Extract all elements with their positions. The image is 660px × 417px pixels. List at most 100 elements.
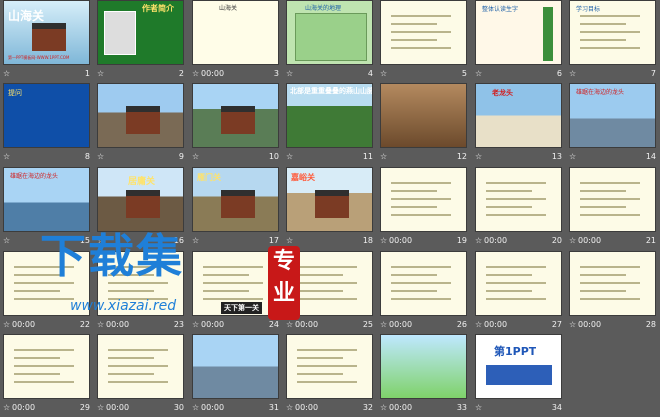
slide-subtitle: 第一PPT模板网-WWW.1PPT.COM	[8, 55, 70, 60]
slide-thumbnail-17[interactable]: 雁门关 ☆ 17	[189, 167, 283, 250]
transition-star-icon[interactable]: ☆	[3, 150, 10, 164]
slide-footer: ☆ 5	[377, 67, 471, 81]
transition-star-icon[interactable]: ☆	[192, 67, 199, 81]
slide-preview[interactable]: 雄踞在海边的龙头	[569, 83, 656, 148]
transition-star-icon[interactable]: ☆	[3, 318, 10, 332]
transition-star-icon[interactable]: ☆	[569, 234, 576, 248]
transition-star-icon[interactable]: ☆	[380, 67, 387, 81]
transition-star-icon[interactable]: ☆	[569, 150, 576, 164]
slide-footer: ☆ 00:00 20	[472, 234, 566, 248]
slide-thumbnail-1[interactable]: 山海关 第一PPT模板网-WWW.1PPT.COM ☆ 1	[0, 0, 94, 83]
transition-star-icon[interactable]: ☆	[380, 150, 387, 164]
slide-preview[interactable]: 天下第一关	[192, 251, 279, 316]
slide-thumbnail-33[interactable]: ☆ 00:00 33	[377, 334, 471, 417]
slide-preview[interactable]	[475, 167, 562, 232]
text-line	[391, 47, 451, 49]
slide-preview[interactable]	[569, 251, 656, 316]
transition-star-icon[interactable]: ☆	[192, 234, 199, 248]
transition-star-icon[interactable]: ☆	[192, 318, 199, 332]
transition-star-icon[interactable]: ☆	[475, 401, 482, 415]
transition-star-icon[interactable]: ☆	[380, 234, 387, 248]
slide-preview[interactable]	[380, 83, 467, 148]
slide-preview[interactable]	[286, 334, 373, 399]
slide-thumbnail-19[interactable]: ☆ 00:00 19	[377, 167, 471, 250]
transition-star-icon[interactable]: ☆	[380, 401, 387, 415]
text-line	[297, 349, 357, 351]
slide-number: 25	[362, 320, 373, 329]
slide-preview[interactable]	[97, 334, 184, 399]
slide-thumbnail-6[interactable]: 整体认读生字 ☆ 6	[472, 0, 566, 83]
transition-star-icon[interactable]: ☆	[475, 318, 482, 332]
slide-thumbnail-31[interactable]: ☆ 00:00 31	[189, 334, 283, 417]
transition-star-icon[interactable]: ☆	[97, 150, 104, 164]
transition-star-icon[interactable]: ☆	[569, 67, 576, 81]
slide-preview[interactable]	[192, 334, 279, 399]
slide-preview[interactable]: 山海关 第一PPT模板网-WWW.1PPT.COM	[3, 0, 90, 65]
slide-preview[interactable]: 作者简介	[97, 0, 184, 65]
slide-thumbnail-5[interactable]: ☆ 5	[377, 0, 471, 83]
slide-preview[interactable]	[3, 334, 90, 399]
transition-star-icon[interactable]: ☆	[286, 401, 293, 415]
slide-preview[interactable]: 老龙头	[475, 83, 562, 148]
transition-star-icon[interactable]: ☆	[192, 401, 199, 415]
slide-thumbnail-12[interactable]: ☆ 12	[377, 83, 471, 166]
transition-star-icon[interactable]: ☆	[97, 67, 104, 81]
slide-thumbnail-30[interactable]: ☆ 00:00 30	[94, 334, 188, 417]
transition-star-icon[interactable]: ☆	[286, 318, 293, 332]
transition-star-icon[interactable]: ☆	[3, 67, 10, 81]
slide-thumbnail-4[interactable]: 山海关的地理 ☆ 4	[283, 0, 377, 83]
transition-star-icon[interactable]: ☆	[475, 234, 482, 248]
slide-thumbnail-34[interactable]: 第1PPT ☆ 34	[472, 334, 566, 417]
slide-preview[interactable]: 第1PPT	[475, 334, 562, 399]
slide-thumbnail-13[interactable]: 老龙头 ☆ 13	[472, 83, 566, 166]
slide-thumbnail-27[interactable]: ☆ 00:00 27	[472, 251, 566, 334]
slide-title: 老龙头	[492, 89, 513, 97]
slide-preview[interactable]	[192, 83, 279, 148]
slide-preview[interactable]	[475, 251, 562, 316]
transition-star-icon[interactable]: ☆	[97, 401, 104, 415]
slide-thumbnail-2[interactable]: 作者简介 ☆ 2	[94, 0, 188, 83]
transition-star-icon[interactable]: ☆	[3, 401, 10, 415]
transition-star-icon[interactable]: ☆	[286, 67, 293, 81]
slide-preview[interactable]	[380, 167, 467, 232]
slide-thumbnail-3[interactable]: 山海关 ☆ 00:00 3	[189, 0, 283, 83]
slide-preview[interactable]: 北部是重重叠叠的燕山山脉	[286, 83, 373, 148]
slide-number: 10	[268, 152, 279, 161]
slide-thumbnail-8[interactable]: 提问 ☆ 8	[0, 83, 94, 166]
slide-preview[interactable]: 山海关的地理	[286, 0, 373, 65]
slide-thumbnail-10[interactable]: ☆ 10	[189, 83, 283, 166]
slide-preview[interactable]: 雁门关	[192, 167, 279, 232]
transition-star-icon[interactable]: ☆	[475, 150, 482, 164]
slide-preview[interactable]: 学习目标	[569, 0, 656, 65]
transition-star-icon[interactable]: ☆	[475, 67, 482, 81]
slide-thumbnail-32[interactable]: ☆ 00:00 32	[283, 334, 377, 417]
transition-star-icon[interactable]: ☆	[286, 150, 293, 164]
transition-star-icon[interactable]: ☆	[3, 234, 10, 248]
slide-thumbnail-18[interactable]: 嘉峪关 ☆ 18	[283, 167, 377, 250]
transition-star-icon[interactable]: ☆	[380, 318, 387, 332]
slide-thumbnail-7[interactable]: 学习目标 ☆ 7	[566, 0, 660, 83]
slide-thumbnail-29[interactable]: ☆ 00:00 29	[0, 334, 94, 417]
slide-preview[interactable]	[569, 167, 656, 232]
slide-thumbnail-9[interactable]: ☆ 9	[94, 83, 188, 166]
slide-preview[interactable]	[380, 251, 467, 316]
slide-thumbnail-14[interactable]: 雄踞在海边的龙头 ☆ 14	[566, 83, 660, 166]
slide-preview[interactable]	[380, 0, 467, 65]
transition-star-icon[interactable]: ☆	[97, 318, 104, 332]
slide-thumbnail-21[interactable]: ☆ 00:00 21	[566, 167, 660, 250]
slide-thumbnail-20[interactable]: ☆ 00:00 20	[472, 167, 566, 250]
slide-preview[interactable]: 山海关	[192, 0, 279, 65]
text-line	[486, 290, 532, 292]
transition-star-icon[interactable]: ☆	[569, 318, 576, 332]
slide-thumbnail-28[interactable]: ☆ 00:00 28	[566, 251, 660, 334]
transition-star-icon[interactable]: ☆	[192, 150, 199, 164]
slide-preview[interactable]	[97, 83, 184, 148]
slide-preview[interactable]	[380, 334, 467, 399]
slide-thumbnail-26[interactable]: ☆ 00:00 26	[377, 251, 471, 334]
slide-preview[interactable]: 嘉峪关	[286, 167, 373, 232]
slide-footer: ☆ 00:00 32	[283, 401, 377, 415]
slide-thumbnail-11[interactable]: 北部是重重叠叠的燕山山脉 ☆ 11	[283, 83, 377, 166]
text-line	[391, 290, 437, 292]
slide-preview[interactable]: 整体认读生字	[475, 0, 562, 65]
slide-preview[interactable]: 提问	[3, 83, 90, 148]
